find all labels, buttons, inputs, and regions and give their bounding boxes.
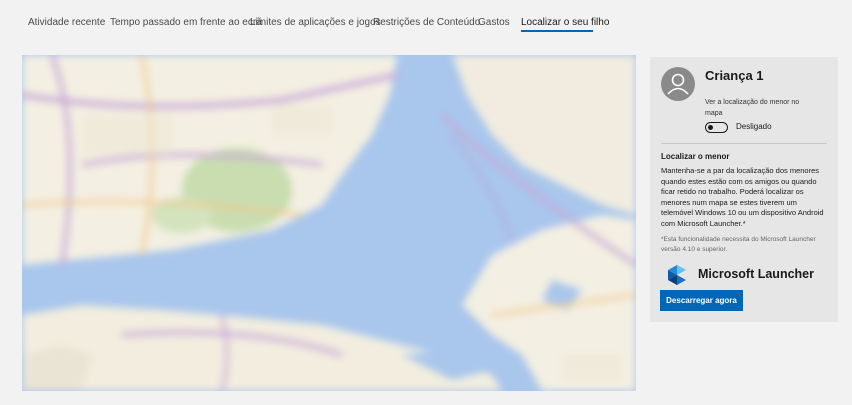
location-toggle[interactable]: [705, 122, 728, 133]
avatar: [661, 67, 695, 101]
tab-recent-activity[interactable]: Atividade recente: [28, 17, 105, 28]
active-tab-indicator: [521, 30, 593, 32]
tab-screen-time[interactable]: Tempo passado em frente ao ecrã: [110, 17, 262, 28]
child-location-panel: Criança 1 Ver a localização do menor no …: [650, 57, 838, 322]
microsoft-launcher-logo: [668, 265, 686, 285]
toggle-knob: [708, 124, 713, 130]
tab-content-restrictions[interactable]: Restrições de Conteúdo: [373, 17, 480, 28]
section-title: Localizar o menor: [661, 152, 730, 161]
map-view[interactable]: [22, 55, 636, 391]
divider: [661, 143, 827, 144]
tab-spending[interactable]: Gastos: [478, 17, 510, 28]
person-icon: [667, 73, 689, 95]
section-body: Mantenha-se a par da localização dos men…: [661, 166, 824, 228]
location-description: Ver a localização do menor no mapa: [705, 99, 800, 117]
toggle-state-label: Desligado: [736, 122, 772, 131]
map-image: [22, 55, 636, 391]
tab-find-your-child[interactable]: Localizar o seu filho: [521, 17, 609, 28]
footnote: *Esta funcionalidade necessita do Micros…: [661, 236, 816, 253]
launcher-name: Microsoft Launcher: [698, 267, 814, 281]
child-name: Criança 1: [705, 68, 764, 83]
download-now-button[interactable]: Descarregar agora: [660, 290, 743, 311]
tab-bar: Atividade recente Tempo passado em frent…: [0, 0, 852, 42]
tab-app-game-limits[interactable]: Limites de aplicações e jogos: [250, 17, 381, 28]
